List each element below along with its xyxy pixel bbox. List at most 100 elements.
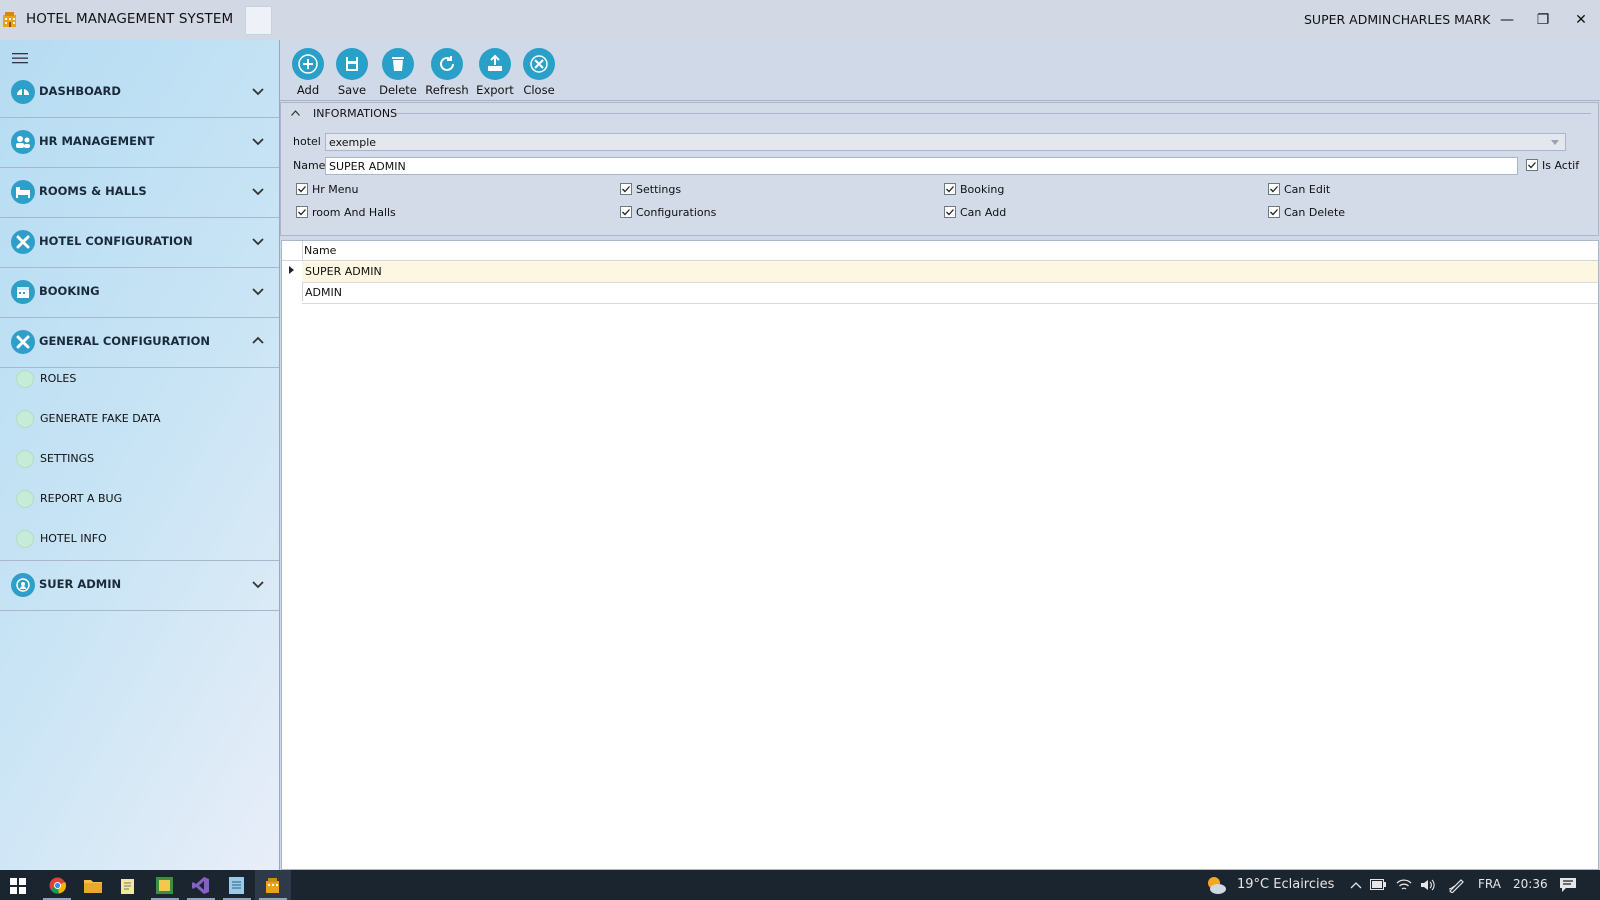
export-icon [479, 48, 511, 80]
save-label: Save [337, 83, 367, 97]
can-edit-checkbox[interactable] [1268, 183, 1280, 195]
table-cell-name: SUPER ADMIN [305, 265, 382, 278]
taskbar: 19°C Eclaircies FRA 20:36 [0, 870, 1600, 900]
table-row[interactable]: SUPER ADMIN [302, 261, 1598, 283]
hotel-label: hotel [293, 135, 321, 148]
restore-button[interactable]: ❐ [1533, 10, 1553, 30]
sidebar-subitem-label: HOTEL INFO [40, 532, 107, 545]
sidebar-item-label: BOOKING [39, 284, 100, 298]
delete-label: Delete [379, 83, 417, 97]
user-role: SUPER ADMIN [1304, 12, 1392, 27]
collapse-arrow-icon[interactable] [291, 110, 300, 116]
language-indicator[interactable]: FRA [1478, 877, 1501, 891]
plus-circle-icon [16, 490, 34, 508]
chevron-down-icon [252, 138, 264, 146]
hotel-app-icon[interactable] [255, 870, 291, 900]
booking-checkbox[interactable] [944, 183, 956, 195]
notification-center-icon[interactable] [1559, 877, 1577, 893]
hotel-logo-icon [3, 12, 16, 27]
informations-panel: INFORMATIONS hotel exemple Name SUPER AD… [280, 102, 1599, 236]
hotel-select[interactable]: exemple [325, 133, 1566, 151]
is-actif-checkbox[interactable] [1526, 159, 1538, 171]
add-button[interactable]: Add [288, 48, 328, 97]
sidebar-item-label: ROOMS & HALLS [39, 184, 147, 198]
pen-icon[interactable] [1448, 877, 1466, 893]
close-button[interactable]: Close [519, 48, 559, 97]
grid-header: Name [282, 241, 1598, 261]
clock[interactable]: 20:36 [1513, 877, 1548, 891]
column-header-name[interactable]: Name [304, 244, 336, 257]
sidebar-item-hotel-configuration[interactable]: HOTEL CONFIGURATION [0, 218, 279, 268]
sidebar-item-label: DASHBOARD [39, 84, 121, 98]
can-edit-label: Can Edit [1284, 183, 1331, 196]
windows-start-icon[interactable] [0, 870, 36, 900]
can-add-checkbox[interactable] [944, 206, 956, 218]
sidebar: DASHBOARD HR MANAGEMENT ROOMS & HALLS HO… [0, 40, 280, 870]
sidebar-item-super-admin[interactable]: SUER ADMIN [0, 560, 279, 611]
plus-circle-icon [16, 530, 34, 548]
refresh-button[interactable]: Refresh [422, 48, 472, 97]
show-hidden-icons-icon[interactable] [1350, 881, 1362, 889]
export-label: Export [476, 83, 514, 97]
sidebar-item-general-configuration[interactable]: GENERAL CONFIGURATION [0, 318, 279, 368]
hotel-select-value: exemple [329, 136, 377, 149]
delete-button[interactable]: Delete [376, 48, 420, 97]
minimize-button[interactable]: — [1497, 10, 1517, 30]
sidebar-item-booking[interactable]: BOOKING [0, 268, 279, 318]
app-icon[interactable] [147, 870, 183, 900]
name-input[interactable]: SUPER ADMIN [325, 157, 1518, 175]
battery-icon[interactable] [1370, 879, 1386, 890]
sidebar-subitem-settings[interactable]: SETTINGS [0, 444, 279, 474]
export-button[interactable]: Export [471, 48, 519, 97]
hr-menu-checkbox[interactable] [296, 183, 308, 195]
settings-label: Settings [636, 183, 682, 196]
sidebar-subitem-roles[interactable]: ROLES [0, 364, 279, 394]
configurations-label: Configurations [636, 206, 717, 219]
settings-checkbox[interactable] [620, 183, 632, 195]
sidebar-item-rooms-halls[interactable]: ROOMS & HALLS [0, 168, 279, 218]
dashboard-icon [11, 80, 35, 104]
room-and-halls-label: room And Halls [312, 206, 396, 219]
table-row[interactable]: ADMIN [302, 282, 1598, 304]
table-cell-name: ADMIN [305, 286, 342, 299]
name-label: Name [293, 159, 326, 172]
user-name[interactable]: CHARLES MARK [1392, 12, 1490, 27]
chevron-down-icon [252, 288, 264, 296]
sidebar-item-label: SUER ADMIN [39, 577, 122, 591]
close-label: Close [523, 83, 555, 97]
add-label: Add [296, 83, 320, 97]
configurations-checkbox[interactable] [620, 206, 632, 218]
volume-icon[interactable] [1420, 878, 1436, 892]
sidebar-item-hr-management[interactable]: HR MANAGEMENT [0, 118, 279, 168]
informations-header: INFORMATIONS [313, 107, 398, 120]
room-and-halls-checkbox[interactable] [296, 206, 308, 218]
chevron-up-icon [252, 336, 264, 344]
file-explorer-icon[interactable] [75, 870, 111, 900]
chevron-down-icon [1551, 140, 1559, 145]
calendar-icon [11, 280, 35, 304]
sidebar-subitem-label: REPORT A BUG [40, 492, 123, 505]
weather-icon[interactable] [1205, 874, 1227, 896]
chrome-icon[interactable] [39, 870, 75, 900]
current-row-indicator-icon [289, 266, 294, 274]
visual-studio-icon[interactable] [183, 870, 219, 900]
bed-icon [11, 180, 35, 204]
hamburger-icon[interactable] [12, 52, 28, 64]
weather-text[interactable]: 19°C Eclaircies [1237, 877, 1334, 892]
notepad-icon[interactable] [111, 870, 147, 900]
sidebar-subitem-label: GENERATE FAKE DATA [40, 412, 161, 425]
notes-icon[interactable] [219, 870, 255, 900]
save-button[interactable]: Save [332, 48, 372, 97]
plus-circle-icon [16, 370, 34, 388]
sidebar-subitem-hotel-info[interactable]: HOTEL INFO [0, 524, 279, 554]
title-bar-placeholder [245, 6, 272, 35]
refresh-label: Refresh [425, 83, 469, 97]
sidebar-subitem-generate-fake-data[interactable]: GENERATE FAKE DATA [0, 404, 279, 434]
can-delete-checkbox[interactable] [1268, 206, 1280, 218]
chevron-down-icon [252, 581, 264, 589]
sidebar-subitem-report-a-bug[interactable]: REPORT A BUG [0, 484, 279, 514]
window-close-button[interactable]: ✕ [1571, 10, 1591, 30]
can-delete-label: Can Delete [1284, 206, 1346, 219]
sidebar-item-dashboard[interactable]: DASHBOARD [0, 68, 279, 118]
wifi-icon[interactable] [1396, 878, 1412, 892]
